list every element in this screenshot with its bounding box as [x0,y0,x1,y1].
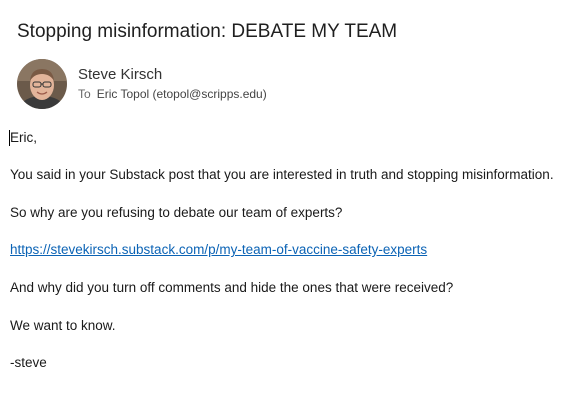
body-link[interactable]: https://stevekirsch.substack.com/p/my-te… [10,242,427,257]
avatar-photo-icon [17,59,67,109]
body-paragraph-4[interactable]: We want to know. [10,318,116,333]
body-signature[interactable]: -steve [10,355,47,370]
body-greeting[interactable]: Eric, [10,130,37,145]
email-subject: Stopping misinformation: DEBATE MY TEAM [17,21,398,42]
sender-avatar[interactable] [17,59,67,109]
recipient-line: To Eric Topol (etopol@scripps.edu) [78,87,267,101]
recipient-address[interactable]: Eric Topol (etopol@scripps.edu) [97,87,267,101]
sender-name[interactable]: Steve Kirsch [78,66,162,83]
to-label: To [78,87,91,101]
body-paragraph-2[interactable]: So why are you refusing to debate our te… [10,205,342,220]
body-paragraph-3[interactable]: And why did you turn off comments and hi… [10,280,453,295]
body-paragraph-1[interactable]: You said in your Substack post that you … [10,167,554,182]
